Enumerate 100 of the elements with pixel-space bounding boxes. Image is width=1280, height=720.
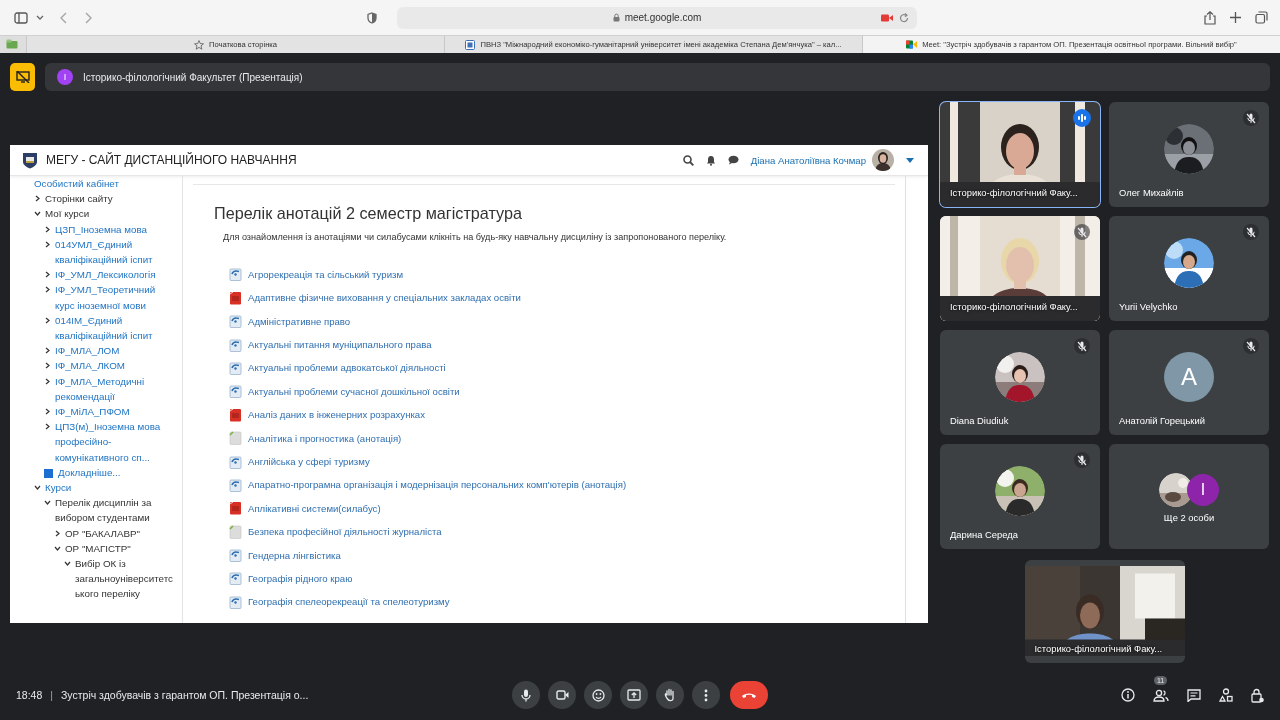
nav-item[interactable]: Вибір ОК із загальноуніверситетського переліку	[75, 556, 176, 602]
chevron-icon[interactable]	[44, 377, 51, 385]
present-icon	[627, 689, 641, 701]
chevron-icon[interactable]	[44, 316, 51, 324]
nav-item[interactable]: Перелік дисциплін за вибором студентами	[55, 495, 176, 526]
tabs-overview-icon[interactable]	[1255, 11, 1268, 24]
resource-link[interactable]: Агрорекреація та сільський туризм	[248, 268, 403, 280]
chevron-icon[interactable]	[34, 195, 41, 203]
emoji-button[interactable]	[584, 681, 612, 709]
participant-tile[interactable]: Олег Михайлів	[1109, 102, 1269, 207]
participant-tile[interactable]: Історико-філологічний Факу...	[940, 216, 1100, 321]
nav-item[interactable]: ІФ_МЛА_ЛОМ	[55, 343, 120, 359]
resource-link[interactable]: Актуальні проблеми сучасної дошкільної освіти	[248, 385, 460, 397]
web-page-icon	[229, 594, 242, 609]
meeting-title: Зустріч здобувачів з гарантом ОП. Презентація о...	[61, 689, 309, 701]
intro-text: Для ознайомлення із анотаціями чи силабусами клікніть на будь-яку навчальну дисциліну із запропонованого переліку.	[223, 232, 728, 242]
resource-link[interactable]: Актуальні проблеми адвокатської діяльності	[248, 362, 446, 374]
nav-item[interactable]: ЦПЗ(м)_Іноземна мова професійно-комунікативного сп...	[55, 419, 176, 465]
nav-item[interactable]: Мої курси	[45, 206, 90, 222]
chevron-icon[interactable]	[44, 225, 51, 233]
shield-icon[interactable]	[367, 11, 377, 24]
chevron-icon[interactable]	[34, 484, 41, 492]
chevron-icon[interactable]	[44, 347, 51, 355]
chevron-icon[interactable]	[44, 286, 51, 294]
resource-link[interactable]: Гендерна лінгвістика	[248, 549, 341, 561]
resource-link[interactable]: Аналіз даних в інженерних розрахунках	[248, 409, 425, 421]
participant-name: Анатолій Горецький	[1119, 415, 1205, 426]
resource-link[interactable]: Географія спелеорекреації та спелеотуризму	[248, 596, 450, 608]
shapes-icon[interactable]	[1219, 688, 1233, 702]
chevron-icon[interactable]	[44, 271, 51, 279]
web-page-icon	[229, 337, 242, 352]
nav-item[interactable]: Докладніше...	[58, 464, 121, 481]
bell-icon[interactable]	[705, 154, 716, 166]
stop-presenting-button[interactable]	[10, 63, 35, 91]
nav-item[interactable]: ІФ_УМЛ_Теоретичний курс іноземної мови	[55, 282, 176, 313]
chevron-down-icon[interactable]	[36, 14, 44, 21]
resource-link[interactable]: Англійська у сфері туризму	[248, 456, 370, 467]
chevron-icon[interactable]	[54, 544, 61, 552]
nav-item[interactable]: 014ІМ_Єдиний кваліфікаційний іспит	[55, 312, 176, 344]
address-bar[interactable]: meet.google.com	[397, 6, 917, 29]
resource-link[interactable]: Аплікативні системи(силабус)	[248, 502, 381, 514]
nav-item[interactable]: ЦЗП_Іноземна мова	[55, 221, 147, 237]
nav-item[interactable]: ОР "БАКАЛАВР"	[65, 525, 141, 541]
resource-link[interactable]: Адаптивне фізичне виховання у спеціальних закладах освіти	[248, 292, 521, 304]
participant-tile[interactable]: Diana Diudiuk	[940, 330, 1100, 435]
camera-icon[interactable]	[881, 13, 893, 22]
participant-tile[interactable]: I Ще 2 особи	[1109, 444, 1269, 549]
nav-item[interactable]: Особистий кабінет	[34, 176, 119, 192]
info-icon[interactable]	[1121, 688, 1135, 702]
web-page-icon	[229, 384, 242, 399]
nav-item[interactable]: ІФ_МЛА_Методичні рекомендації	[55, 373, 176, 405]
caret-down-icon[interactable]	[906, 157, 914, 163]
chevron-icon[interactable]	[64, 560, 71, 568]
nav-item[interactable]: ІФ_УМЛ_Лексикологія	[55, 267, 156, 283]
participant-tile[interactable]: Історико-філологічний Факу...	[940, 102, 1100, 207]
raise-hand-button[interactable]	[656, 681, 684, 709]
nav-item[interactable]: ІФ_МЛА_ЛКОМ	[55, 358, 125, 374]
presenter-avatar: I	[57, 69, 73, 85]
chevron-icon[interactable]	[44, 499, 51, 507]
chevron-icon[interactable]	[54, 529, 61, 537]
leave-call-button[interactable]	[730, 681, 768, 709]
nav-item[interactable]: ОР "МАГІСТР"	[65, 540, 131, 557]
nav-item[interactable]: Сторінки сайту	[45, 191, 113, 207]
microphone-button[interactable]	[512, 681, 540, 709]
chevron-icon[interactable]	[44, 240, 51, 248]
resource-link[interactable]: Апаратно-програмна організація і модернізація персональних комп'ютерів (анотація)	[248, 479, 627, 491]
site-title[interactable]: МЕГУ - САЙТ ДИСТАНЦІЙНОГО НАВЧАННЯ	[46, 153, 297, 167]
chat-icon[interactable]	[1187, 688, 1201, 702]
sidebar-icon[interactable]	[14, 11, 28, 24]
participant-tile[interactable]: Дарина Середа	[940, 444, 1100, 549]
resource-link[interactable]: Актуальні питання муніципального права	[248, 339, 432, 351]
avatar-initial: А	[1164, 351, 1214, 402]
reload-icon[interactable]	[899, 12, 909, 23]
present-screen-button[interactable]	[620, 681, 648, 709]
resource-link[interactable]: Адміністративне право	[248, 315, 351, 327]
chevron-icon[interactable]	[44, 408, 51, 416]
chevron-icon[interactable]	[34, 210, 41, 218]
pdf-file-icon	[229, 501, 242, 516]
more-options-button[interactable]	[692, 681, 720, 709]
chevron-icon[interactable]	[44, 423, 51, 431]
self-view-tile[interactable]: Історико-філологічний Факу...	[1024, 560, 1185, 663]
user-name[interactable]: Діана Анатоліївна Кочмар	[750, 154, 866, 166]
chat-bubble-icon[interactable]	[727, 155, 739, 165]
host-controls-icon[interactable]	[1251, 687, 1264, 703]
chevron-icon[interactable]	[44, 362, 51, 370]
participant-tile[interactable]: А Анатолій Горецький	[1109, 330, 1269, 435]
camera-button[interactable]	[548, 681, 576, 709]
plus-icon[interactable]	[1230, 12, 1241, 23]
resource-link[interactable]: Аналітика і прогностика (анотація)	[248, 432, 402, 444]
people-icon[interactable]	[1153, 688, 1169, 702]
resource-link[interactable]: Географія рідного краю	[248, 572, 353, 584]
nav-item[interactable]: Курси	[45, 480, 72, 496]
nav-item[interactable]: ІФ_МіЛА_ПФОМ	[55, 404, 130, 420]
share-icon[interactable]	[1204, 10, 1216, 25]
resource-link[interactable]: Безпека професійної діяльності журналіста	[248, 526, 442, 538]
search-icon[interactable]	[682, 154, 694, 166]
participant-name: Diana Diudiuk	[950, 415, 1009, 426]
participant-tile[interactable]: Yurii Velychko	[1109, 216, 1269, 321]
microphone-icon	[521, 688, 531, 702]
nav-item[interactable]: 014УМЛ_Єдиний кваліфікаційний іспит	[55, 236, 176, 268]
